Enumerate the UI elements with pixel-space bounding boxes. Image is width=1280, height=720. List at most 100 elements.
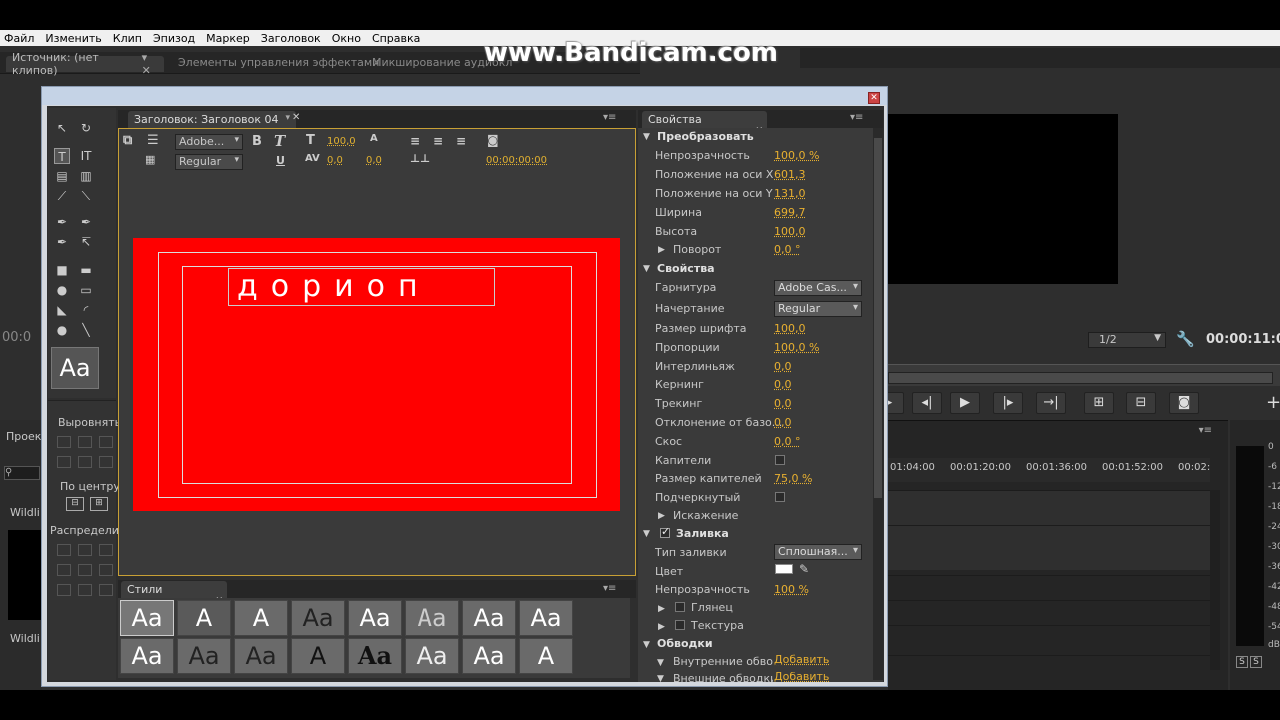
area-type-tool-icon[interactable]: ▤ (54, 168, 70, 184)
bold-icon[interactable]: B (252, 134, 262, 149)
vertical-path-type-icon[interactable]: ⟍ (78, 188, 94, 204)
style-swatch[interactable]: A (291, 638, 345, 674)
timeline-video-track[interactable] (888, 490, 1210, 570)
timeline-ruler[interactable]: 01:04:00 00:01:20:00 00:01:36:00 00:01:5… (888, 458, 1210, 482)
caps-size-value[interactable]: 75,0 % (774, 472, 812, 485)
rounded-rect-tool-icon[interactable]: ▬ (78, 262, 94, 278)
kerning-icon[interactable]: AV (305, 153, 320, 164)
zoom-select[interactable]: 1/2 ▼ (1088, 332, 1166, 348)
tab-close-icon[interactable]: ▾ ✕ (142, 51, 158, 77)
transform-section[interactable]: Преобразовать (657, 130, 754, 143)
program-timecode[interactable]: 00:00:11:06 (1206, 332, 1280, 347)
fill-section[interactable]: Заливка (676, 527, 729, 540)
rounded-corner-icon[interactable]: ▭ (78, 282, 94, 298)
style-swatch[interactable]: Aa (120, 638, 174, 674)
kerning-value[interactable]: 0,0 (327, 155, 343, 166)
style-swatch[interactable]: Aa (405, 638, 459, 674)
menu-help[interactable]: Справка (368, 32, 424, 45)
align-middle-icon[interactable] (78, 456, 92, 468)
prop-value[interactable]: 0,0 (774, 360, 792, 373)
clip-thumbnail[interactable] (8, 530, 42, 620)
prop-value[interactable]: 100,0 (774, 225, 806, 238)
wrench-icon[interactable]: 🔧 (1176, 330, 1195, 348)
title-text-object[interactable]: дориоп (228, 268, 495, 306)
style-swatch[interactable]: Aa (519, 600, 573, 636)
expand-triangle-icon[interactable]: ▶ (658, 604, 665, 614)
distribute-icon[interactable] (99, 564, 113, 576)
add-inner-stroke-link[interactable]: Добавить (774, 653, 829, 666)
add-anchor-icon[interactable]: ✒ (54, 234, 70, 250)
step-forward-icon[interactable]: |▸ (993, 392, 1023, 414)
collapse-triangle-icon[interactable]: ▼ (643, 640, 650, 650)
line-tool-icon[interactable]: ╲ (78, 322, 94, 338)
add-button-icon[interactable]: + (1266, 392, 1280, 413)
properties-section[interactable]: Свойства (657, 262, 715, 275)
tab-stops-icon[interactable]: ⊥⊥ (410, 152, 430, 165)
style-swatch[interactable]: A (177, 600, 231, 636)
tab-title-properties[interactable]: Свойства заголовка ✕ (642, 111, 767, 139)
underline-icon[interactable]: U (276, 154, 285, 167)
texture-checkbox[interactable] (675, 620, 685, 630)
new-title-icon[interactable]: ⧉ (123, 133, 132, 148)
tab-title-styles[interactable]: Стили заголовка ✕ (121, 581, 227, 609)
font-size-value[interactable]: 100,0 (327, 136, 356, 147)
prop-value[interactable]: 0,0 (774, 416, 792, 429)
tab-source[interactable]: Источник: (нет клипов) ▾ ✕ (6, 51, 164, 77)
distribute-icon[interactable] (78, 564, 92, 576)
step-back-icon[interactable]: ◂| (912, 392, 942, 414)
templates-icon[interactable]: ▦ (145, 153, 155, 166)
panel-menu-icon[interactable]: ▾≡ (1199, 425, 1212, 436)
font-style-select[interactable]: Regular ▾ (175, 154, 243, 170)
chevron-down-icon[interactable]: ▾ (285, 113, 290, 123)
menu-clip[interactable]: Клип (109, 32, 146, 45)
strokes-section[interactable]: Обводки (657, 637, 713, 650)
type-tool-icon[interactable]: T (54, 148, 70, 164)
style-swatch[interactable]: Aa (120, 600, 174, 636)
collapse-triangle-icon[interactable]: ▼ (657, 674, 664, 682)
prop-value[interactable]: 100,0 (774, 322, 806, 335)
solo-button[interactable]: S (1250, 656, 1262, 668)
roll-crawl-icon[interactable]: ☰ (147, 133, 159, 148)
prop-value[interactable]: 601,3 (774, 168, 806, 181)
pen-tool-icon[interactable]: ✒ (54, 214, 70, 230)
lift-icon[interactable]: ⊞ (1084, 392, 1114, 414)
circle-tool-icon[interactable]: ● (54, 322, 70, 338)
distribute-icon[interactable] (78, 584, 92, 596)
distribute-icon[interactable] (57, 564, 71, 576)
go-to-out-icon[interactable]: →| (1036, 392, 1066, 414)
align-center-icon[interactable] (78, 436, 92, 448)
selection-tool-icon[interactable]: ↖ (54, 120, 70, 136)
distribute-icon[interactable] (57, 544, 71, 556)
prop-value[interactable]: 0,0 ° (774, 435, 801, 448)
collapse-triangle-icon[interactable]: ▼ (643, 132, 650, 142)
style-swatch[interactable]: A (519, 638, 573, 674)
ellipse-tool-icon[interactable]: ● (54, 282, 70, 298)
italic-icon[interactable]: T (274, 132, 285, 150)
eyedropper-icon[interactable]: ✎ (799, 562, 809, 576)
close-icon[interactable]: ✕ (868, 92, 880, 104)
prop-value[interactable]: 100,0 % (774, 341, 819, 354)
path-type-tool-icon[interactable]: ⟋ (54, 188, 70, 204)
align-text-left-icon[interactable]: ≡ (410, 134, 420, 148)
style-swatch[interactable]: Aa (177, 638, 231, 674)
distribute-icon[interactable] (57, 584, 71, 596)
prop-value[interactable]: 131,0 (774, 187, 806, 200)
background-timecode[interactable]: 00:00:00:00 (486, 155, 547, 166)
close-icon[interactable]: ✕ (292, 112, 300, 123)
distribute-icon[interactable] (99, 584, 113, 596)
distribute-icon[interactable] (99, 544, 113, 556)
clip-name-1[interactable]: Wildli (10, 506, 40, 519)
expand-triangle-icon[interactable]: ▶ (658, 245, 665, 255)
fill-color-swatch[interactable] (775, 564, 793, 574)
font-family-dropdown[interactable]: Adobe Cas... (774, 280, 862, 296)
add-outer-stroke-link[interactable]: Добавить (774, 672, 829, 682)
menu-marker[interactable]: Маркер (202, 32, 254, 45)
panel-menu-icon[interactable]: ▾≡ (850, 112, 863, 123)
vertical-area-type-icon[interactable]: ▥ (78, 168, 94, 184)
panel-menu-icon[interactable]: ▾≡ (603, 583, 616, 594)
program-ruler[interactable] (888, 372, 1273, 384)
style-swatch[interactable]: Aa (405, 600, 459, 636)
gloss-checkbox[interactable] (675, 602, 685, 612)
menu-edit[interactable]: Изменить (41, 32, 105, 45)
solo-button[interactable]: S (1236, 656, 1248, 668)
